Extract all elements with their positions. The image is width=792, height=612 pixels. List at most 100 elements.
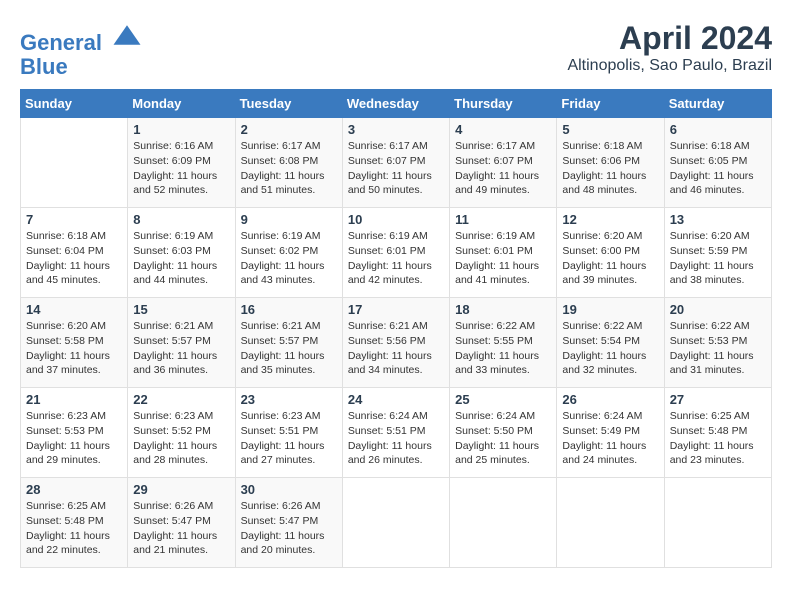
day-number: 15 [133,302,229,317]
calendar-week-row: 14 Sunrise: 6:20 AMSunset: 5:58 PMDayligh… [21,298,772,388]
day-info: Sunrise: 6:18 AMSunset: 6:04 PMDaylight:… [26,229,122,288]
day-number: 17 [348,302,444,317]
calendar-cell: 21Sunrise: 6:23 AMSunset: 5:53 PMDayligh… [21,388,128,478]
day-number: 1 [133,122,229,137]
title-block: April 2024 Altinopolis, Sao Paulo, Brazi… [567,20,772,75]
calendar-cell: 8 Sunrise: 6:19 AMSunset: 6:03 PMDaylight… [128,208,235,298]
calendar-header-row: SundayMondayTuesdayWednesdayThursdayFrid… [21,90,772,118]
day-number: 10 [348,212,444,227]
day-number: 16 [241,302,337,317]
day-info: Sunrise: 6:23 AMSunset: 5:51 PMDaylight:… [241,409,337,468]
day-number: 30 [241,482,337,497]
day-info: Sunrise: 6:22 AMSunset: 5:53 PMDaylight:… [670,319,766,378]
day-info: Sunrise: 6:24 AMSunset: 5:49 PMDaylight:… [562,409,658,468]
column-header-monday: Monday [128,90,235,118]
column-header-tuesday: Tuesday [235,90,342,118]
day-info: Sunrise: 6:21 AMSunset: 5:56 PMDaylight:… [348,319,444,378]
calendar-cell: 4 Sunrise: 6:17 AMSunset: 6:07 PMDaylight… [450,118,557,208]
day-number: 7 [26,212,122,227]
day-info: Sunrise: 6:26 AMSunset: 5:47 PMDaylight:… [241,499,337,558]
day-info: Sunrise: 6:25 AMSunset: 5:48 PMDaylight:… [670,409,766,468]
day-info: Sunrise: 6:19 AMSunset: 6:02 PMDaylight:… [241,229,337,288]
day-info: Sunrise: 6:26 AMSunset: 5:47 PMDaylight:… [133,499,229,558]
day-number: 11 [455,212,551,227]
calendar-week-row: 28Sunrise: 6:25 AMSunset: 5:48 PMDayligh… [21,478,772,568]
day-info: Sunrise: 6:24 AMSunset: 5:50 PMDaylight:… [455,409,551,468]
calendar-cell: 22 Sunrise: 6:23 AMSunset: 5:52 PMDayligh… [128,388,235,478]
calendar-cell: 12 Sunrise: 6:20 AMSunset: 6:00 PMDayligh… [557,208,664,298]
day-info: Sunrise: 6:16 AMSunset: 6:09 PMDaylight:… [133,139,229,198]
page-header: General Blue April 2024 Altinopolis, Sao… [20,20,772,79]
day-number: 13 [670,212,766,227]
day-info: Sunrise: 6:18 AMSunset: 6:05 PMDaylight:… [670,139,766,198]
day-number: 14 [26,302,122,317]
calendar-cell [342,478,449,568]
calendar-cell: 17 Sunrise: 6:21 AMSunset: 5:56 PMDayligh… [342,298,449,388]
day-number: 27 [670,392,766,407]
day-info: Sunrise: 6:18 AMSunset: 6:06 PMDaylight:… [562,139,658,198]
calendar-cell: 2Sunrise: 6:17 AMSunset: 6:08 PMDaylight… [235,118,342,208]
day-number: 5 [562,122,658,137]
calendar-week-row: 21Sunrise: 6:23 AMSunset: 5:53 PMDayligh… [21,388,772,478]
day-info: Sunrise: 6:19 AMSunset: 6:01 PMDaylight:… [348,229,444,288]
day-number: 23 [241,392,337,407]
day-info: Sunrise: 6:17 AMSunset: 6:07 PMDaylight:… [348,139,444,198]
calendar-cell: 29 Sunrise: 6:26 AMSunset: 5:47 PMDayligh… [128,478,235,568]
logo: General Blue [20,20,142,79]
calendar-week-row: 1 Sunrise: 6:16 AMSunset: 6:09 PMDaylight… [21,118,772,208]
calendar-cell: 10 Sunrise: 6:19 AMSunset: 6:01 PMDayligh… [342,208,449,298]
calendar-cell: 6Sunrise: 6:18 AMSunset: 6:05 PMDaylight… [664,118,771,208]
day-number: 12 [562,212,658,227]
day-number: 24 [348,392,444,407]
location: Altinopolis, Sao Paulo, Brazil [567,57,772,75]
column-header-sunday: Sunday [21,90,128,118]
day-info: Sunrise: 6:19 AMSunset: 6:01 PMDaylight:… [455,229,551,288]
column-header-thursday: Thursday [450,90,557,118]
calendar-cell [450,478,557,568]
day-number: 28 [26,482,122,497]
logo-icon [112,20,142,50]
calendar-cell: 19Sunrise: 6:22 AMSunset: 5:54 PMDayligh… [557,298,664,388]
day-number: 20 [670,302,766,317]
calendar-cell: 15 Sunrise: 6:21 AMSunset: 5:57 PMDayligh… [128,298,235,388]
month-title: April 2024 [567,20,772,57]
day-number: 29 [133,482,229,497]
calendar-week-row: 7 Sunrise: 6:18 AMSunset: 6:04 PMDaylight… [21,208,772,298]
day-number: 9 [241,212,337,227]
day-info: Sunrise: 6:20 AMSunset: 6:00 PMDaylight:… [562,229,658,288]
day-number: 26 [562,392,658,407]
calendar-cell: 26 Sunrise: 6:24 AMSunset: 5:49 PMDayligh… [557,388,664,478]
calendar-cell: 16Sunrise: 6:21 AMSunset: 5:57 PMDayligh… [235,298,342,388]
calendar-cell: 9 Sunrise: 6:19 AMSunset: 6:02 PMDaylight… [235,208,342,298]
calendar-cell: 3 Sunrise: 6:17 AMSunset: 6:07 PMDaylight… [342,118,449,208]
column-header-saturday: Saturday [664,90,771,118]
column-header-wednesday: Wednesday [342,90,449,118]
day-info: Sunrise: 6:17 AMSunset: 6:08 PMDaylight:… [241,139,337,198]
calendar-cell: 14 Sunrise: 6:20 AMSunset: 5:58 PMDayligh… [21,298,128,388]
calendar-cell: 24Sunrise: 6:24 AMSunset: 5:51 PMDayligh… [342,388,449,478]
day-number: 4 [455,122,551,137]
day-number: 8 [133,212,229,227]
calendar-cell [664,478,771,568]
day-info: Sunrise: 6:22 AMSunset: 5:54 PMDaylight:… [562,319,658,378]
day-number: 22 [133,392,229,407]
day-info: Sunrise: 6:23 AMSunset: 5:52 PMDaylight:… [133,409,229,468]
day-info: Sunrise: 6:23 AMSunset: 5:53 PMDaylight:… [26,409,122,468]
day-number: 25 [455,392,551,407]
calendar-cell: 18 Sunrise: 6:22 AMSunset: 5:55 PMDayligh… [450,298,557,388]
day-info: Sunrise: 6:20 AMSunset: 5:59 PMDaylight:… [670,229,766,288]
day-number: 3 [348,122,444,137]
calendar-cell: 30 Sunrise: 6:26 AMSunset: 5:47 PMDayligh… [235,478,342,568]
day-info: Sunrise: 6:19 AMSunset: 6:03 PMDaylight:… [133,229,229,288]
day-info: Sunrise: 6:20 AMSunset: 5:58 PMDaylight:… [26,319,122,378]
day-number: 18 [455,302,551,317]
day-info: Sunrise: 6:22 AMSunset: 5:55 PMDaylight:… [455,319,551,378]
calendar-cell: 1 Sunrise: 6:16 AMSunset: 6:09 PMDaylight… [128,118,235,208]
calendar-cell [21,118,128,208]
calendar-cell: 13 Sunrise: 6:20 AMSunset: 5:59 PMDayligh… [664,208,771,298]
calendar-cell: 11 Sunrise: 6:19 AMSunset: 6:01 PMDayligh… [450,208,557,298]
day-info: Sunrise: 6:17 AMSunset: 6:07 PMDaylight:… [455,139,551,198]
logo-general: General [20,30,102,55]
day-info: Sunrise: 6:21 AMSunset: 5:57 PMDaylight:… [133,319,229,378]
column-header-friday: Friday [557,90,664,118]
